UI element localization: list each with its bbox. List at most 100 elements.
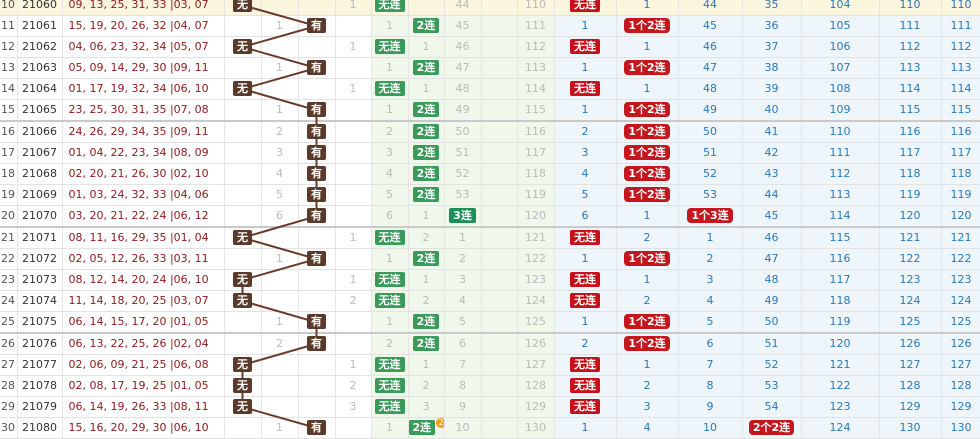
no-link-count: 无连: [371, 0, 409, 16]
pattern-none: 无连: [554, 375, 617, 397]
more-link-count: 121: [517, 227, 555, 249]
row-index: 10: [0, 0, 18, 16]
status-badge: 无: [233, 230, 252, 245]
pattern-one-three: 51: [678, 142, 743, 164]
pattern-two-two: 51: [742, 333, 802, 355]
drawn-numbers: 08, 12, 14, 20, 24 |06, 10: [62, 269, 225, 291]
pattern-other-b: 129: [879, 396, 942, 418]
status-badge: 无连: [570, 378, 600, 393]
status-has-link-gap: [335, 121, 372, 143]
pattern-none: 6: [554, 205, 617, 228]
divider: |: [166, 315, 174, 328]
two-link-count: 2连: [408, 248, 445, 270]
pattern-two-two: 54: [742, 396, 802, 418]
status-badge: 2连: [412, 166, 440, 181]
more-link-count: 122: [517, 248, 555, 270]
more-link-count: 123: [517, 269, 555, 291]
two-link-count: 2连: [408, 311, 445, 334]
four-link-count: [481, 57, 518, 79]
pattern-other-b: 123: [879, 269, 942, 291]
status-badge: 无连: [570, 230, 600, 245]
status-no-link: [224, 99, 262, 122]
status-has-link: [298, 375, 336, 397]
no-link-count: 4: [371, 163, 409, 185]
status-badge: 无连: [570, 0, 600, 12]
four-link-count: [481, 248, 518, 270]
pattern-other-b: 128: [879, 375, 942, 397]
row-index: 19: [0, 184, 18, 206]
front-numbers: 15, 16, 20, 29, 30: [68, 421, 167, 434]
status-has-link: 有: [298, 333, 336, 355]
no-link-count: 无连: [371, 227, 409, 249]
status-has-link-gap: [335, 248, 372, 270]
front-numbers: 03, 20, 21, 22, 24: [68, 209, 167, 222]
back-numbers: 08, 09: [173, 146, 209, 159]
table-row: 17 21067 01, 04, 22, 23, 34 |08, 09 3 有 3 2连 51…: [0, 142, 980, 164]
front-numbers: 02, 05, 12, 26, 33: [68, 252, 167, 265]
front-numbers: 15, 19, 20, 26, 32: [68, 19, 167, 32]
table-row: 26 21076 06, 13, 22, 25, 26 |02, 04 2 有 2 2连 6 1…: [0, 333, 980, 355]
status-badge: 有: [307, 124, 326, 139]
pattern-one-three: 10: [678, 417, 743, 439]
table-row: 28 21078 02, 08, 17, 19, 25 |01, 05 无 2 无连 2 8 1…: [0, 375, 980, 397]
table-row: 18 21068 02, 20, 21, 26, 30 |02, 10 4 有 4 2连 52…: [0, 163, 980, 185]
status-no-link: [224, 205, 262, 228]
pattern-other-b: 130: [879, 417, 942, 439]
four-link-count: [481, 354, 518, 376]
back-numbers: 01, 05: [173, 379, 209, 392]
pattern-total: 110: [941, 0, 980, 16]
drawn-numbers: 23, 25, 30, 31, 35 |07, 08: [62, 99, 225, 122]
table-row: 22 21072 02, 05, 12, 26, 33 |03, 11 1 有 1 2连 2 1…: [0, 248, 980, 270]
more-link-count: 117: [517, 142, 555, 164]
pattern-other-b: 125: [879, 311, 942, 334]
status-has-link-gap: 1: [335, 36, 372, 58]
pattern-none: 无连: [554, 396, 617, 418]
status-badge: 2连: [412, 314, 440, 329]
pattern-other-a: 113: [801, 184, 880, 206]
status-has-link-gap: [335, 205, 372, 228]
status-badge: 无: [233, 293, 252, 308]
pattern-one-two: 1个2连: [616, 311, 679, 334]
more-link-count: 118: [517, 163, 555, 185]
status-no-link: [224, 15, 262, 37]
status-has-link-gap: 1: [335, 78, 372, 100]
pattern-total: 113: [941, 57, 980, 79]
no-link-count: 2: [371, 121, 409, 143]
status-no-link: 无: [224, 396, 262, 418]
pattern-other-b: 124: [879, 290, 942, 312]
back-numbers: 02, 10: [173, 167, 209, 180]
back-numbers: 06, 12: [173, 209, 209, 222]
divider: |: [166, 40, 174, 53]
status-badge: 2连: [412, 18, 440, 33]
status-no-link: 无: [224, 375, 262, 397]
status-badge: 无: [233, 39, 252, 54]
table-row: 11 21061 15, 19, 20, 26, 32 |04, 07 1 有 1 2连 45…: [0, 15, 980, 37]
lottery-trend-table: 10 21060 09, 13, 25, 31, 33 |03, 07 无 1 无连 44 1…: [0, 0, 980, 439]
pattern-total: 128: [941, 375, 980, 397]
pattern-other-a: 110: [801, 121, 880, 143]
pattern-two-two: 50: [742, 311, 802, 334]
status-no-link-gap: 1: [261, 311, 299, 334]
pattern-one-three: 5: [678, 311, 743, 334]
pattern-one-three: 47: [678, 57, 743, 79]
pattern-total: 121: [941, 227, 980, 249]
status-badge: 无连: [570, 272, 600, 287]
pattern-total: 118: [941, 163, 980, 185]
pattern-one-two: 4: [616, 417, 679, 439]
divider: |: [166, 337, 174, 350]
more-link-count: 126: [517, 333, 555, 355]
status-badge: 3连: [449, 208, 476, 223]
status-badge: 无连: [570, 293, 600, 308]
status-has-link-gap: 3: [335, 396, 372, 418]
pattern-one-three: 49: [678, 99, 743, 122]
status-has-link: 有: [298, 15, 336, 37]
divider: |: [166, 82, 174, 95]
status-has-link: [298, 0, 336, 16]
front-numbers: 01, 17, 19, 32, 34: [68, 82, 167, 95]
more-link-count: 128: [517, 375, 555, 397]
pattern-none: 1: [554, 417, 617, 439]
three-link-count: 44: [444, 0, 482, 16]
no-link-count: 无连: [371, 375, 409, 397]
status-badge: 有: [307, 251, 326, 266]
pattern-other-a: 106: [801, 36, 880, 58]
